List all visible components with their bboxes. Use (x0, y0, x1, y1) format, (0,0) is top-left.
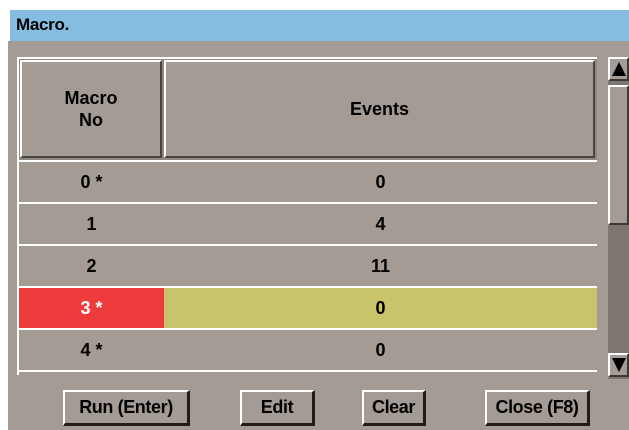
table-cell-events[interactable]: 4 (164, 202, 597, 244)
table-cell-macro-no[interactable]: 0 * (19, 160, 164, 202)
window-title: Macro. (16, 15, 69, 34)
table-cell-events[interactable]: 0 (164, 286, 597, 328)
column-header-events[interactable]: Events (164, 60, 595, 158)
table-cell-events[interactable]: 11 (164, 244, 597, 286)
table-cell-macro-no[interactable]: 1 (19, 202, 164, 244)
run-button[interactable]: Run (Enter) (63, 390, 190, 426)
close-button[interactable]: Close (F8) (485, 390, 590, 426)
table-cell-events[interactable] (164, 370, 597, 375)
macro-table: Macro No Events 0 * 0 1 4 2 11 3 * 0 4 * 0 (17, 57, 597, 375)
table-cell-macro-no[interactable]: 4 * (19, 328, 164, 370)
table-cell-macro-no[interactable]: 2 (19, 244, 164, 286)
scroll-up-button[interactable] (608, 57, 629, 81)
vertical-scrollbar[interactable] (608, 57, 629, 379)
table-cell-events[interactable]: 0 (164, 160, 597, 202)
macro-window: Macro. Macro No Events 0 * 0 1 4 2 11 3 * 0 4 * 0… (8, 8, 629, 430)
column-header-macro-no[interactable]: Macro No (20, 60, 162, 158)
triangle-up-icon (612, 62, 626, 76)
scroll-down-button[interactable] (608, 353, 629, 377)
clear-button[interactable]: Clear (362, 390, 426, 426)
edit-button[interactable]: Edit (240, 390, 315, 426)
scrollbar-thumb[interactable] (608, 85, 629, 225)
table-cell-macro-no[interactable]: 3 * (19, 286, 164, 328)
title-bar: Macro. (8, 8, 629, 41)
table-cell-macro-no[interactable] (19, 370, 164, 375)
triangle-down-icon (612, 358, 626, 372)
table-cell-events[interactable]: 0 (164, 328, 597, 370)
